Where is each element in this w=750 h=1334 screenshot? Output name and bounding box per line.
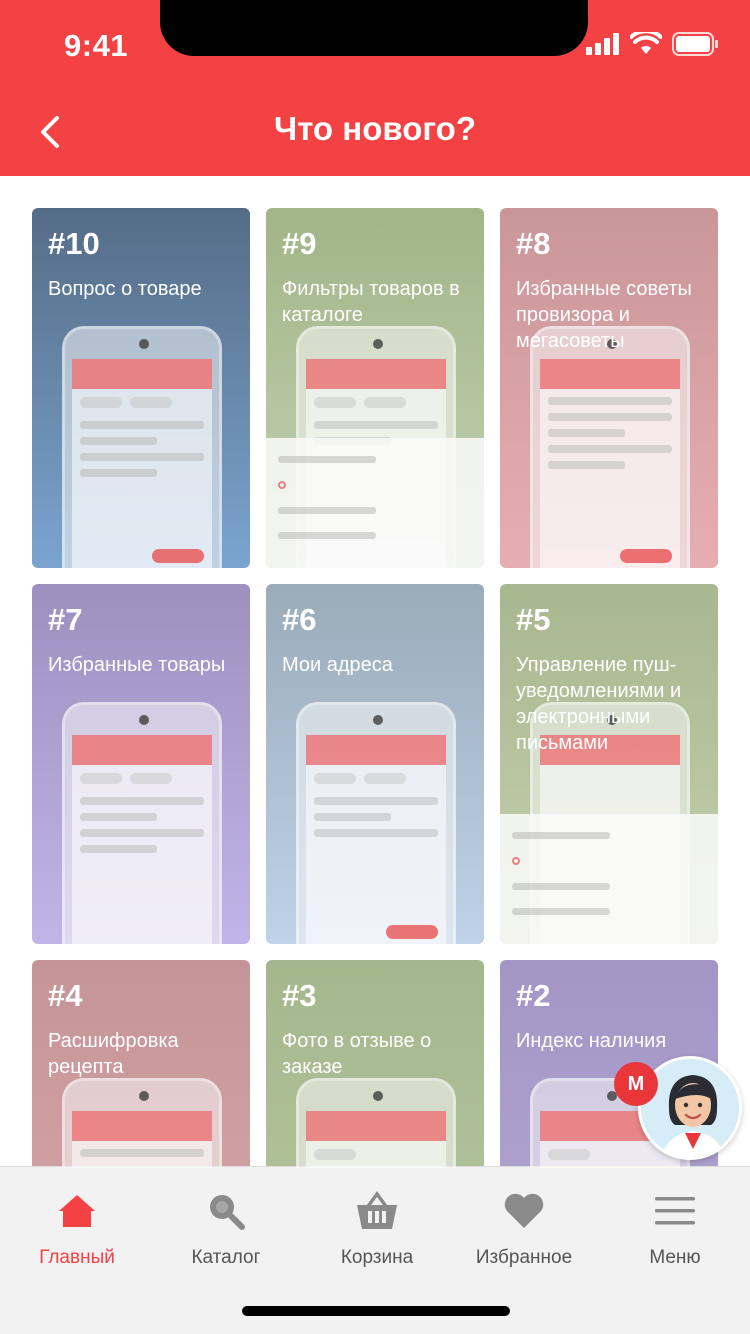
card-number: #6 xyxy=(282,602,317,637)
status-time: 9:41 xyxy=(64,28,129,63)
home-indicator xyxy=(242,1306,510,1316)
card-number: #2 xyxy=(516,978,551,1013)
news-card[interactable]: #5 Управление пуш-уведомлениями и электр… xyxy=(500,584,718,944)
assistant-logo-badge[interactable]: M xyxy=(614,1062,658,1106)
news-card[interactable]: #10 Вопрос о товаре xyxy=(32,208,250,568)
home-icon xyxy=(59,1195,95,1227)
card-label: Индекс наличия xyxy=(516,1030,667,1052)
wifi-icon xyxy=(630,32,662,54)
news-card[interactable]: #8 Избранные советы провизора и мегасове… xyxy=(500,208,718,568)
page-title: Что нового? xyxy=(274,110,476,147)
tab-label: Корзина xyxy=(340,1247,414,1268)
card-label: Расшифровка рецепта xyxy=(48,1030,179,1078)
tab-label: Каталог xyxy=(191,1247,261,1268)
screen: 9:41 Что нового? #10 Вопрос о товаре #9 … xyxy=(0,0,750,1334)
tab-label: Главный xyxy=(39,1247,115,1268)
pharmacist-avatar-icon xyxy=(641,1059,739,1157)
basket-icon xyxy=(357,1191,397,1229)
phone-mockup xyxy=(296,702,456,944)
card-label: Вопрос о товаре xyxy=(48,278,202,300)
card-number: #7 xyxy=(48,602,83,637)
tab-cart[interactable]: Корзина xyxy=(302,1189,452,1269)
card-number: #8 xyxy=(516,226,551,261)
card-number: #5 xyxy=(516,602,551,637)
card-number: #10 xyxy=(48,226,100,261)
menu-icon xyxy=(655,1197,695,1225)
tab-menu[interactable]: Меню xyxy=(600,1189,750,1269)
news-card[interactable]: #3 Фото в отзыве о заказе xyxy=(266,960,484,1168)
card-label: Избранные советы провизора и мегасоветы xyxy=(516,278,692,352)
card-label: Мои адреса xyxy=(282,654,393,676)
card-number: #4 xyxy=(48,978,83,1013)
header: 9:41 Что нового? xyxy=(0,0,750,176)
card-label: Избранные товары xyxy=(48,654,226,676)
card-label: Фото в отзыве о заказе xyxy=(282,1030,432,1078)
tab-favorites[interactable]: Избранное xyxy=(449,1189,599,1269)
phone-mockup xyxy=(296,1078,456,1168)
tab-label: Меню xyxy=(649,1247,701,1268)
news-card[interactable]: #6 Мои адреса xyxy=(266,584,484,944)
status-icons xyxy=(586,32,720,56)
card-number: #3 xyxy=(282,978,317,1013)
card-label: Фильтры товаров в каталоге xyxy=(282,278,460,326)
card-label: Управление пуш-уведомлениями и электронн… xyxy=(516,654,682,754)
device-notch xyxy=(160,0,588,56)
news-card[interactable]: #7 Избранные товары xyxy=(32,584,250,944)
news-card[interactable]: #9 Фильтры товаров в каталоге xyxy=(266,208,484,568)
tab-label: Избранное xyxy=(475,1247,573,1268)
phone-mockup xyxy=(62,702,222,944)
news-grid: #10 Вопрос о товаре #9 Фильтры товаров в… xyxy=(32,208,718,1168)
tab-catalog[interactable]: Каталог xyxy=(151,1189,301,1269)
search-icon xyxy=(210,1195,245,1230)
news-card[interactable]: #4 Расшифровка рецепта xyxy=(32,960,250,1168)
signal-icon xyxy=(586,33,619,55)
filter-sheet-preview xyxy=(500,814,718,944)
card-number: #9 xyxy=(282,226,317,261)
filter-sheet-preview xyxy=(266,438,484,568)
phone-mockup xyxy=(62,1078,222,1168)
phone-mockup xyxy=(62,326,222,568)
phone-mockup xyxy=(530,326,690,568)
tab-home[interactable]: Главный xyxy=(2,1189,152,1269)
heart-icon xyxy=(504,1193,544,1228)
battery-icon xyxy=(672,32,718,56)
